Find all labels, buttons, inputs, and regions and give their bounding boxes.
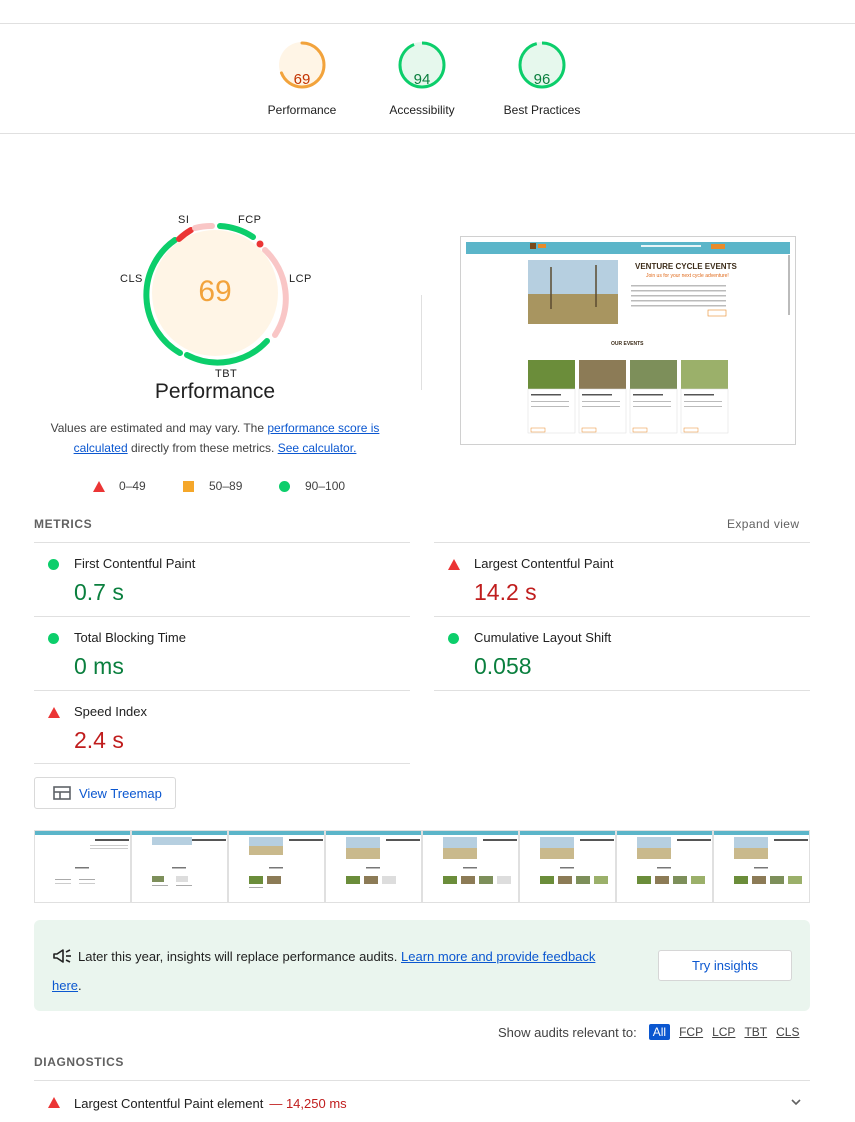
filmstrip-frame — [34, 830, 131, 903]
filmstrip-frame — [325, 830, 422, 903]
legend-average: 50–89 — [183, 479, 242, 493]
metric-first-contentful-paint: First Contentful Paint 0.7 s — [34, 542, 410, 616]
gauge-label-tbt: TBT — [215, 368, 238, 380]
insights-banner: Later this year, insights will replace p… — [34, 920, 810, 1011]
score-note: Values are estimated and may vary. The p… — [40, 418, 390, 458]
filter-chip-cls[interactable]: CLS — [776, 1025, 799, 1039]
preview-hero-sub: Join us for your next cycle adventure! — [646, 273, 729, 279]
legend-poor: 0–49 — [93, 479, 146, 493]
gauge-accessibility[interactable]: 94 Accessibility — [367, 39, 477, 117]
pass-circle-icon — [448, 633, 459, 644]
legend-poor-range: 0–49 — [119, 479, 146, 493]
filter-chip-tbt[interactable]: TBT — [744, 1025, 767, 1039]
filmstrip-frame — [228, 830, 325, 903]
filter-chip-lcp[interactable]: LCP — [712, 1025, 735, 1039]
pass-circle-icon — [48, 633, 59, 644]
legend-average-range: 50–89 — [209, 479, 243, 493]
triangle-icon — [93, 480, 105, 492]
gauge-accessibility-label: Accessibility — [389, 103, 455, 117]
metric-value: 14.2 s — [474, 579, 537, 605]
metric-name: Total Blocking Time — [74, 630, 186, 645]
filter-chip-all[interactable]: All — [648, 1024, 671, 1040]
score-summary-bar: 69 Performance 94 Accessibility 96 Best … — [0, 24, 855, 134]
gauge-performance[interactable]: 69 Performance — [247, 39, 357, 117]
metrics-bottom-divider — [34, 763, 410, 764]
filmstrip-frame — [616, 830, 713, 903]
diagnostic-label: Largest Contentful Paint element — 14,250… — [74, 1096, 347, 1111]
banner-message: Later this year, insights will replace p… — [78, 949, 401, 964]
view-treemap-label: View Treemap — [79, 785, 162, 801]
learn-more-link[interactable]: Learn more and provide feedback — [401, 949, 595, 964]
gauge-label-lcp: LCP — [289, 273, 312, 285]
gauge-performance-label: Performance — [267, 103, 337, 117]
gauge-label-fcp: FCP — [238, 214, 262, 226]
metric-name: Speed Index — [74, 704, 148, 719]
metric-value: 2.4 s — [74, 727, 124, 753]
metric-speed-index: Speed Index 2.4 s — [34, 690, 410, 764]
gauge-best-practices-label: Best Practices — [503, 103, 581, 117]
legend-good: 90–100 — [279, 479, 345, 493]
legend-good-range: 90–100 — [305, 479, 346, 493]
see-calculator-link[interactable]: See calculator. — [278, 441, 357, 455]
note-middle: directly from these metrics. — [127, 441, 278, 455]
performance-gauge-large: SI FCP LCP CLS TBT 69 — [105, 205, 325, 395]
preview-hero-title: VENTURE CYCLE EVENTS — [635, 262, 737, 271]
gauge-accessibility-score: 94 — [413, 71, 431, 88]
diagnostics-heading: DIAGNOSTICS — [34, 1055, 124, 1069]
filmstrip-frame — [131, 830, 228, 903]
filmstrip-frame — [713, 830, 810, 903]
fail-triangle-icon — [448, 559, 460, 570]
filmstrip-frame — [422, 830, 519, 903]
gauge-best-practices[interactable]: 96 Best Practices — [487, 39, 597, 117]
metric-total-blocking-time: Total Blocking Time 0 ms — [34, 616, 410, 690]
banner-end: . — [78, 978, 82, 993]
gauge-label-cls: CLS — [120, 273, 143, 285]
metric-row-divider — [434, 690, 810, 691]
view-treemap-button[interactable]: View Treemap — [34, 777, 176, 809]
diagnostic-value: — 14,250 ms — [269, 1096, 347, 1111]
metric-name: Largest Contentful Paint — [474, 556, 614, 571]
audit-filter: Show audits relevant to: All FCP LCP TBT… — [498, 1024, 799, 1040]
vertical-divider — [421, 295, 422, 390]
treemap-icon — [53, 786, 71, 800]
preview-events-title: OUR EVENTS — [611, 341, 644, 347]
megaphone-icon — [53, 949, 71, 963]
filmstrip — [34, 830, 810, 903]
gauge-performance-score: 69 — [293, 71, 311, 88]
filter-chip-fcp[interactable]: FCP — [679, 1025, 703, 1039]
note-prefix: Values are estimated and may vary. The — [50, 421, 268, 435]
chevron-down-icon[interactable] — [789, 1095, 803, 1109]
square-icon — [183, 480, 194, 492]
metrics-heading: METRICS — [34, 517, 93, 531]
fail-triangle-icon — [48, 1097, 60, 1108]
metric-largest-contentful-paint: Largest Contentful Paint 14.2 s — [434, 542, 810, 616]
performance-title: Performance — [154, 380, 276, 403]
gauge-best-practices-score: 96 — [533, 71, 551, 88]
diagnostic-lcp-element[interactable]: Largest Contentful Paint element — 14,250… — [34, 1080, 810, 1122]
gauge-label-si: SI — [178, 214, 190, 226]
learn-more-link-tail[interactable]: here — [52, 978, 78, 993]
filmstrip-frame — [519, 830, 616, 903]
expand-view-toggle[interactable]: Expand view — [727, 517, 799, 531]
circle-icon — [279, 480, 290, 492]
performance-score-large: 69 — [198, 275, 232, 308]
metric-value: 0.7 s — [74, 579, 124, 605]
try-insights-button[interactable]: Try insights — [658, 950, 792, 981]
metric-value: 0 ms — [74, 653, 124, 679]
metric-cumulative-layout-shift: Cumulative Layout Shift 0.058 — [434, 616, 810, 690]
fail-triangle-icon — [48, 707, 60, 718]
diagnostic-name: Largest Contentful Paint element — [74, 1096, 264, 1111]
audit-filter-label: Show audits relevant to: — [498, 1024, 637, 1040]
metric-name: Cumulative Layout Shift — [474, 630, 612, 645]
pass-circle-icon — [48, 559, 59, 570]
metric-value: 0.058 — [474, 653, 532, 679]
metric-name: First Contentful Paint — [74, 556, 196, 571]
insights-banner-text: Later this year, insights will replace p… — [52, 942, 652, 1000]
final-screenshot[interactable]: VENTURE CYCLE EVENTS Join us for your ne… — [460, 236, 796, 445]
final-screenshot-image: VENTURE CYCLE EVENTS Join us for your ne… — [466, 242, 790, 442]
